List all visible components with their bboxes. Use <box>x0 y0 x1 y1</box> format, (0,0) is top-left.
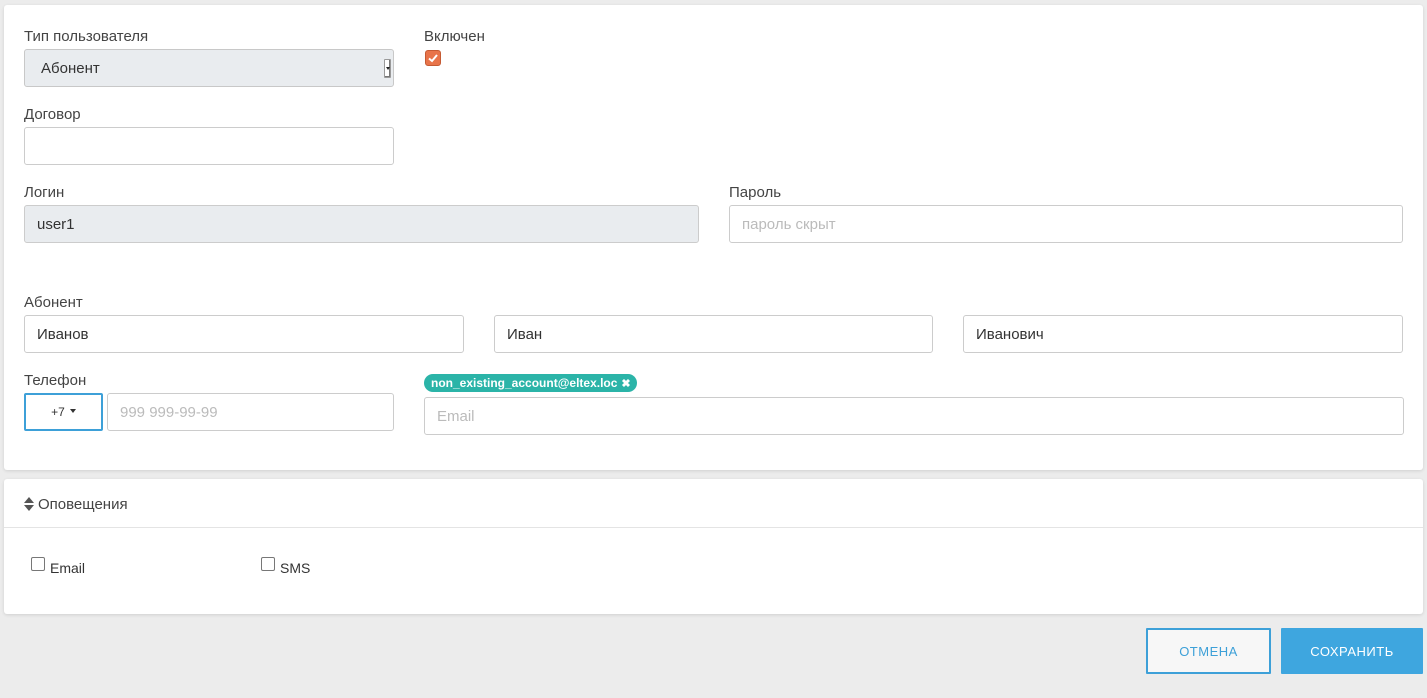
notify-email-label: Email <box>50 560 86 576</box>
password-input[interactable]: пароль скрыт <box>729 205 1403 243</box>
enabled-checkbox[interactable] <box>425 50 441 66</box>
notifications-panel: Оповещения Email SMS <box>4 479 1423 614</box>
save-button[interactable]: СОХРАНИТЬ <box>1281 628 1423 674</box>
notifications-title: Оповещения <box>38 495 128 513</box>
phone-code-value: +7 <box>51 405 65 419</box>
login-input[interactable]: user1 <box>24 205 699 243</box>
divider <box>4 527 1423 528</box>
middle-name-input[interactable]: Иванович <box>963 315 1403 353</box>
subscriber-label: Абонент <box>24 294 83 311</box>
cancel-button[interactable]: ОТМЕНА <box>1146 628 1271 674</box>
login-label: Логин <box>24 184 65 201</box>
notify-sms-checkbox[interactable] <box>261 557 275 571</box>
user-type-label: Тип пользователя <box>24 28 149 45</box>
notify-sms-label: SMS <box>280 560 311 576</box>
enabled-label: Включен <box>424 28 485 45</box>
email-input[interactable]: Email <box>424 397 1404 435</box>
phone-country-code-dropdown[interactable]: +7 <box>24 393 103 431</box>
user-type-select[interactable]: Абонент <box>24 49 394 87</box>
checkmark-icon <box>428 54 438 63</box>
contract-input[interactable] <box>24 127 394 165</box>
notifications-header[interactable]: Оповещения <box>24 495 128 513</box>
first-name-input[interactable]: Иван <box>494 315 933 353</box>
contract-label: Договор <box>24 106 81 123</box>
phone-label: Телефон <box>24 372 87 389</box>
close-icon[interactable]: ✖ <box>621 377 630 390</box>
email-tag-label: non_existing_account@eltex.loc <box>431 376 618 390</box>
notify-email-checkbox[interactable] <box>31 557 45 571</box>
sort-toggle-icon <box>24 497 34 511</box>
chevron-down-icon[interactable] <box>384 59 391 78</box>
email-tag: non_existing_account@eltex.loc ✖ <box>424 374 637 392</box>
password-label: Пароль <box>729 184 782 201</box>
user-form-panel: Тип пользователя Абонент Включен Договор… <box>4 5 1423 470</box>
user-type-value: Абонент <box>41 59 100 77</box>
caret-down-icon <box>69 409 76 413</box>
last-name-input[interactable]: Иванов <box>24 315 464 353</box>
phone-input[interactable]: 999 999-99-99 <box>107 393 394 431</box>
